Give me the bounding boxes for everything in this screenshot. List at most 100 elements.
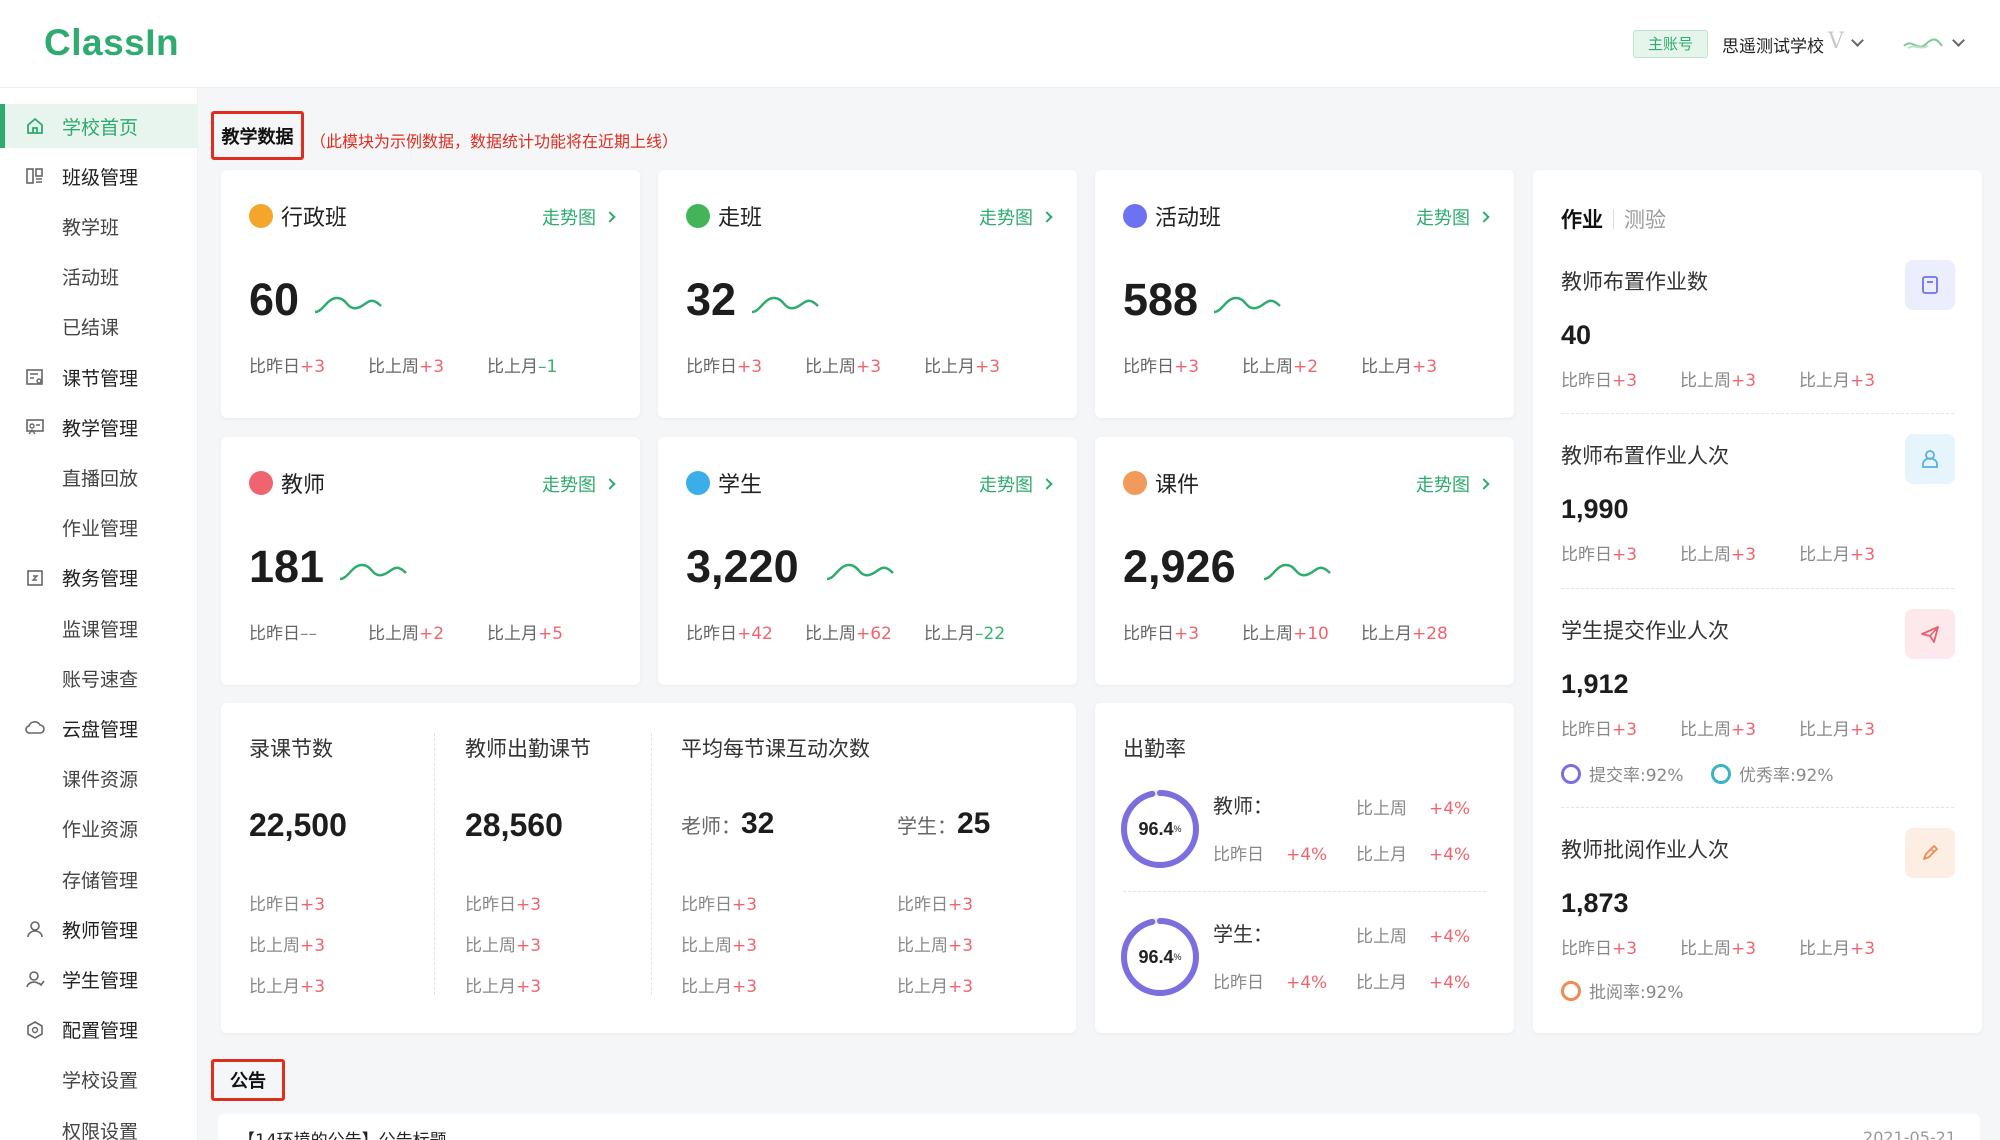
compare-label: 比上月 xyxy=(1361,624,1412,644)
compare-delta: +3 xyxy=(1731,545,1757,565)
stat-compare: 比上月+5 xyxy=(487,619,606,644)
sidebar-item-6[interactable]: 教学管理 xyxy=(0,405,198,449)
sidebar-item-label: 监课管理 xyxy=(62,618,139,641)
trend-link[interactable]: 走势图 xyxy=(542,204,616,230)
stat-name: 走班 xyxy=(718,206,763,231)
teacher-cmp-day: 比昨日 +4% xyxy=(1213,845,1328,865)
compare-label: 比昨日 xyxy=(249,357,300,377)
user-avatar[interactable] xyxy=(1902,32,1944,56)
sidebar-item-20[interactable]: 权限设置 xyxy=(0,1108,198,1140)
stat-card-title: 行政班 xyxy=(249,200,347,232)
sidebar-item-12[interactable]: 云盘管理 xyxy=(0,706,198,750)
sidebar-item-1[interactable]: 班级管理 xyxy=(0,154,198,198)
attendance-card: 出勤率 96.4% 教师： 比上周 +4% 比昨日 +4% 比上月 +4% 96.4%… xyxy=(1095,703,1514,1033)
tab-quiz[interactable]: 测验 xyxy=(1624,204,1666,234)
sidebar-item-15[interactable]: 存储管理 xyxy=(0,857,198,901)
kpi-card: 录课节数 22,500 教师出勤课节 28,560 平均每节课互动次数 老师：3… xyxy=(221,703,1076,1033)
homework-compare: 比上月+3 xyxy=(1799,715,1918,740)
compare-label: 比上月 xyxy=(465,977,516,997)
compare-label: 比上月 xyxy=(924,624,975,644)
sidebar-item-label: 账号速查 xyxy=(62,668,139,691)
trend-link[interactable]: 走势图 xyxy=(1416,204,1490,230)
sparkline-icon xyxy=(1213,296,1281,314)
compare-delta: +2 xyxy=(1293,357,1319,377)
stat-card-title: 活动班 xyxy=(1123,200,1221,232)
trend-link[interactable]: 走势图 xyxy=(979,204,1053,230)
sidebar-item-5[interactable]: 课节管理 xyxy=(0,355,198,399)
sidebar-item-17[interactable]: 学生管理 xyxy=(0,957,198,1001)
homework-compare: 比上月+3 xyxy=(1799,366,1918,391)
sidebar-item-7[interactable]: 直播回放 xyxy=(0,455,198,499)
tab-homework[interactable]: 作业 xyxy=(1561,204,1603,234)
person-icon[interactable] xyxy=(1905,434,1955,484)
notice-date: 2021-05-21 xyxy=(1863,1128,1956,1140)
section-title-notice: 公告 xyxy=(211,1059,285,1101)
notice-title[interactable]: 【14环境的公告】公告标题 xyxy=(238,1126,447,1140)
stat-type-icon xyxy=(249,471,273,495)
kpi-compare: 比昨日+3 xyxy=(465,890,541,915)
sidebar-item-19[interactable]: 学校设置 xyxy=(0,1058,198,1102)
stat-compare: 比昨日+3 xyxy=(686,352,805,377)
sidebar-item-9[interactable]: 教务管理 xyxy=(0,556,198,600)
compare-label: 比昨日 xyxy=(1561,545,1612,565)
homework-compare: 比上周+3 xyxy=(1680,715,1799,740)
stat-type-icon xyxy=(1123,204,1147,228)
sidebar-item-18[interactable]: 配置管理 xyxy=(0,1008,198,1052)
stat-compare: 比昨日–– xyxy=(249,619,368,644)
trend-link[interactable]: 走势图 xyxy=(979,471,1053,497)
note-icon[interactable] xyxy=(1905,260,1955,310)
school-dropdown-chevron-icon[interactable] xyxy=(1851,34,1864,47)
compare-label: 比上周 xyxy=(368,624,419,644)
stat-compare-row: 比昨日+3 比上周+2 比上月+3 xyxy=(1123,352,1480,377)
user-dropdown-chevron-icon[interactable] xyxy=(1952,34,1965,47)
sidebar-item-3[interactable]: 活动班 xyxy=(0,255,198,299)
compare-delta: +3 xyxy=(300,977,326,997)
stat-name: 行政班 xyxy=(281,206,348,231)
trend-link[interactable]: 走势图 xyxy=(542,471,616,497)
sidebar-item-2[interactable]: 教学班 xyxy=(0,204,198,248)
send-icon[interactable] xyxy=(1905,609,1955,659)
sidebar-item-13[interactable]: 课件资源 xyxy=(0,757,198,801)
sidebar-item-label: 教学班 xyxy=(62,216,120,239)
academic-icon xyxy=(24,567,46,589)
homework-item-title: 教师批阅作业人次 xyxy=(1561,838,1729,862)
homework-compare: 比上月+3 xyxy=(1799,540,1918,565)
stat-compare: 比上月+3 xyxy=(924,352,1043,377)
sidebar-item-label: 作业资源 xyxy=(62,819,139,842)
compare-label: 比上月 xyxy=(1799,371,1850,391)
sidebar-item-14[interactable]: 作业资源 xyxy=(0,807,198,851)
compare-label: 比上周 xyxy=(1680,545,1731,565)
school-name[interactable]: 思遥测试学校 xyxy=(1722,32,1824,57)
trend-link[interactable]: 走势图 xyxy=(1416,471,1490,497)
compare-label: 比上月 xyxy=(1361,357,1412,377)
sparkline-icon xyxy=(339,563,407,581)
sidebar-item-10[interactable]: 监课管理 xyxy=(0,606,198,650)
homework-compare: 比上周+3 xyxy=(1680,366,1799,391)
compare-delta: +3 xyxy=(856,357,882,377)
sidebar-item-0[interactable]: 学校首页 xyxy=(0,104,198,148)
sidebar-item-8[interactable]: 作业管理 xyxy=(0,506,198,550)
sidebar-item-11[interactable]: 账号速查 xyxy=(0,656,198,700)
stat-compare: 比上周+3 xyxy=(805,352,924,377)
compare-delta: +3 xyxy=(1612,371,1638,391)
compare-delta: +5 xyxy=(538,624,564,644)
attendance-title: 出勤率 xyxy=(1123,737,1186,761)
stat-compare: 比上周+10 xyxy=(1242,619,1361,644)
stat-name: 教师 xyxy=(281,473,326,498)
homework-compare: 比昨日+3 xyxy=(1561,934,1680,959)
compare-delta: +3 xyxy=(1850,371,1876,391)
homework-compare: 比上周+3 xyxy=(1680,934,1799,959)
compare-label: 比昨日 xyxy=(681,895,732,915)
pen-icon[interactable] xyxy=(1905,828,1955,878)
notice-row[interactable]: 【14环境的公告】公告标题 2021-05-21 xyxy=(218,1114,1980,1140)
stat-compare: 比上月–1 xyxy=(487,352,606,377)
trend-link-label: 走势图 xyxy=(1416,208,1470,229)
sidebar-item-4[interactable]: 已结课 xyxy=(0,305,198,349)
classin-logo[interactable]: ClassIn xyxy=(44,22,179,64)
sidebar-item-16[interactable]: 教师管理 xyxy=(0,907,198,951)
tab-separator xyxy=(1613,209,1614,229)
stat-name: 课件 xyxy=(1155,473,1200,498)
trend-link-label: 走势图 xyxy=(979,208,1033,229)
compare-label: 比上月 xyxy=(1799,720,1850,740)
compare-label: 比昨日 xyxy=(1561,720,1612,740)
